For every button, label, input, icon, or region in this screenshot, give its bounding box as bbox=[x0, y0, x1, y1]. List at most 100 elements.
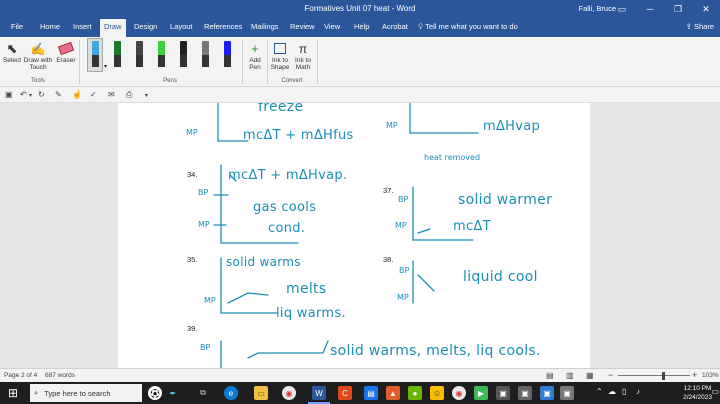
app-icon[interactable]: ▣ bbox=[540, 386, 554, 400]
word-count[interactable]: 687 words bbox=[45, 372, 75, 379]
edge-browser-icon[interactable]: e bbox=[224, 386, 238, 400]
email-icon[interactable]: ✉ bbox=[108, 90, 115, 99]
redo-icon[interactable]: ↻ bbox=[38, 90, 45, 99]
soccer-ball-icon[interactable]: ⚽︎ bbox=[148, 386, 162, 400]
eraser-button[interactable]: Eraser bbox=[55, 41, 77, 64]
ink-to-shape-button[interactable]: Ink to Shape bbox=[269, 41, 291, 71]
zoom-level[interactable]: 103% bbox=[702, 372, 719, 379]
share-button[interactable]: ⇪ Share bbox=[686, 22, 714, 31]
close-icon[interactable]: ✕ bbox=[692, 0, 720, 18]
select-label: Select bbox=[2, 57, 22, 64]
pen-dropdown-icon[interactable]: ▾ bbox=[104, 63, 107, 70]
ribbon-display-options-icon[interactable]: ▭ bbox=[608, 0, 636, 18]
tab-review[interactable]: Review bbox=[290, 22, 315, 31]
pen-body bbox=[180, 41, 187, 55]
tab-layout[interactable]: Layout bbox=[170, 22, 193, 31]
onedrive-icon[interactable]: ☁ bbox=[608, 387, 616, 396]
chat-app-icon[interactable]: ☺ bbox=[430, 386, 444, 400]
customize-toolbar-icon[interactable]: ▾ bbox=[145, 92, 148, 99]
pen-2-icon[interactable] bbox=[110, 39, 124, 71]
red-app-icon[interactable]: C bbox=[338, 386, 352, 400]
pen-shaft bbox=[224, 55, 231, 67]
file-explorer-icon[interactable]: ▭ bbox=[254, 386, 268, 400]
page-count[interactable]: Page 2 of 4 bbox=[4, 372, 37, 379]
tab-insert[interactable]: Insert bbox=[73, 22, 92, 31]
chrome-second-icon[interactable]: ◉ bbox=[452, 386, 466, 400]
tell-me-search[interactable]: 💡︎ Tell me what you want to do bbox=[418, 22, 518, 32]
handwriting-heat-removed: heat removed bbox=[424, 153, 481, 162]
format-painter-icon[interactable]: ✎ bbox=[55, 90, 62, 99]
pen-shaft bbox=[158, 55, 165, 67]
print-layout-icon[interactable]: ▥ bbox=[566, 371, 574, 380]
green-app-icon[interactable]: ● bbox=[408, 386, 422, 400]
handwriting-top-left: mcΔT + mΔHfus bbox=[243, 128, 354, 143]
undo-icon[interactable]: ↶ bbox=[20, 90, 27, 99]
pen-5-icon[interactable] bbox=[176, 39, 190, 71]
draw-with-touch-button[interactable]: ✍ Draw with Touch bbox=[22, 41, 54, 71]
read-mode-icon[interactable]: ▤ bbox=[546, 371, 554, 380]
app-icon[interactable]: ▣ bbox=[518, 386, 532, 400]
document-page[interactable]: freeze mcΔT + mΔHfus MP mΔHvap MP heat r… bbox=[118, 103, 590, 368]
tab-design[interactable]: Design bbox=[134, 22, 157, 31]
graph-line-38 bbox=[412, 260, 435, 304]
status-bar: Page 2 of 4 687 words ▤ ▥ ▦ − + 103% bbox=[0, 368, 720, 382]
blue-app-icon[interactable]: ▤ bbox=[364, 386, 378, 400]
pen-6-icon[interactable] bbox=[198, 39, 212, 71]
windows-start-icon[interactable]: ⊞ bbox=[8, 386, 18, 400]
zoom-slider[interactable] bbox=[618, 372, 690, 380]
orange-app-icon[interactable]: ▲ bbox=[386, 386, 400, 400]
handwriting-bp-label: BP bbox=[200, 343, 211, 352]
taskbar-clock[interactable]: 12:10 PM 2/24/2023 bbox=[683, 384, 712, 402]
pen-7-icon[interactable] bbox=[220, 39, 234, 71]
tab-help[interactable]: Help bbox=[354, 22, 369, 31]
tab-draw[interactable]: Draw bbox=[100, 19, 126, 37]
tab-file[interactable]: File bbox=[11, 22, 23, 31]
handwriting-mp-label: MP bbox=[397, 293, 409, 302]
print-icon[interactable]: ⎙ bbox=[126, 90, 132, 100]
pen-3-icon[interactable] bbox=[132, 39, 146, 71]
word-icon[interactable]: W bbox=[312, 386, 326, 400]
handwriting-freeze: freeze bbox=[258, 103, 304, 115]
handwriting-35-liq-warms: liq warms. bbox=[276, 306, 346, 321]
app-icon[interactable]: ▣ bbox=[496, 386, 510, 400]
zoom-out-icon[interactable]: − bbox=[608, 370, 613, 380]
handwriting-34-cond: cond. bbox=[268, 221, 306, 236]
pen-4-icon[interactable] bbox=[154, 39, 168, 71]
convert-group-label: Convert bbox=[281, 78, 303, 84]
tab-mailings[interactable]: Mailings bbox=[251, 22, 279, 31]
show-hidden-icons-icon[interactable]: ⌃ bbox=[596, 387, 603, 396]
handwriting-mp-label: MP bbox=[198, 220, 210, 229]
maximize-icon[interactable]: ❐ bbox=[664, 0, 692, 18]
zoom-slider-thumb[interactable] bbox=[662, 372, 665, 380]
task-view-icon[interactable]: ⧉ bbox=[196, 386, 210, 400]
network-icon[interactable]: ▯ bbox=[622, 387, 626, 396]
add-pen-button[interactable]: + Add Pen bbox=[244, 41, 266, 71]
pen-1-icon[interactable]: ▾ bbox=[87, 38, 107, 72]
tab-references[interactable]: References bbox=[204, 22, 242, 31]
chrome-icon[interactable]: ◉ bbox=[282, 386, 296, 400]
tab-home[interactable]: Home bbox=[40, 22, 60, 31]
zoom-in-icon[interactable]: + bbox=[692, 370, 697, 380]
pen-shaft bbox=[114, 55, 121, 67]
handwriting-mp-label: MP bbox=[395, 221, 407, 230]
web-layout-icon[interactable]: ▦ bbox=[586, 371, 594, 380]
notifications-icon[interactable]: ▭ bbox=[711, 387, 719, 396]
app-icon[interactable]: ▣ bbox=[560, 386, 574, 400]
undo-dropdown-icon[interactable]: ▾ bbox=[29, 92, 32, 99]
minimize-icon[interactable]: ─ bbox=[636, 0, 664, 18]
spelling-icon[interactable]: ✓ bbox=[90, 90, 97, 99]
group-separator bbox=[317, 40, 318, 84]
touch-mode-icon[interactable]: ☝ bbox=[72, 90, 82, 99]
save-icon[interactable]: ▣ bbox=[5, 90, 13, 99]
handwriting-bp-label: BP bbox=[399, 266, 410, 275]
meet-icon[interactable]: ▶ bbox=[474, 386, 488, 400]
tab-view[interactable]: View bbox=[324, 22, 340, 31]
handwriting-mp-label: MP bbox=[186, 128, 198, 137]
tab-acrobat[interactable]: Acrobat bbox=[382, 22, 408, 31]
ink-to-math-button[interactable]: π Ink to Math bbox=[292, 41, 314, 71]
pen-tool-icon[interactable]: ✒ bbox=[166, 386, 180, 400]
select-button[interactable]: ⬉ Select bbox=[2, 41, 22, 64]
taskbar-search-box[interactable]: ⌕ Type here to search bbox=[30, 384, 142, 402]
volume-icon[interactable]: ♪ bbox=[636, 387, 640, 396]
pen-body bbox=[114, 41, 121, 55]
